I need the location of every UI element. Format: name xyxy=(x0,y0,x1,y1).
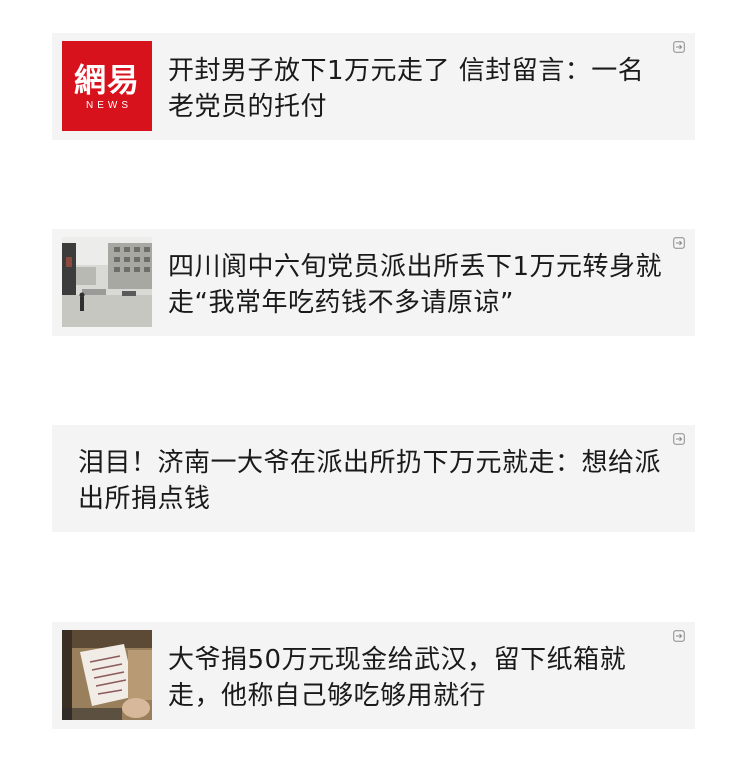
news-thumbnail-2 xyxy=(62,237,152,327)
news-card-1[interactable]: 網易 NEWS 开封男子放下1万元走了 信封留言：一名老党员的托付 xyxy=(52,33,695,140)
share-arrow-icon[interactable] xyxy=(673,630,685,642)
news-card-4[interactable]: 大爷捐50万元现金给武汉，留下纸箱就走，他称自己够吃够用就行 xyxy=(52,622,695,729)
news-card-3[interactable]: 泪目！济南一大爷在派出所扔下万元就走：想给派出所捐点钱 xyxy=(52,425,695,532)
share-arrow-icon[interactable] xyxy=(673,237,685,249)
news-thumbnail-4 xyxy=(62,630,152,720)
news-thumbnail-1: 網易 NEWS xyxy=(62,41,152,131)
news-title-4[interactable]: 大爷捐50万元现金给武汉，留下纸箱就走，他称自己够吃够用就行 xyxy=(168,642,667,714)
share-arrow-icon[interactable] xyxy=(673,433,685,445)
netease-news-logo: 網易 NEWS xyxy=(62,41,152,131)
news-title-2[interactable]: 四川阆中六旬党员派出所丢下1万元转身就走“我常年吃药钱不多请原谅” xyxy=(168,249,667,321)
news-title-1[interactable]: 开封男子放下1万元走了 信封留言：一名老党员的托付 xyxy=(168,53,667,125)
news-card-2[interactable]: 四川阆中六旬党员派出所丢下1万元转身就走“我常年吃药钱不多请原谅” xyxy=(52,229,695,336)
street-photo-image xyxy=(62,237,152,327)
handwritten-note-photo-image xyxy=(62,630,152,720)
share-arrow-icon[interactable] xyxy=(673,41,685,53)
news-title-3[interactable]: 泪目！济南一大爷在派出所扔下万元就走：想给派出所捐点钱 xyxy=(78,445,667,517)
